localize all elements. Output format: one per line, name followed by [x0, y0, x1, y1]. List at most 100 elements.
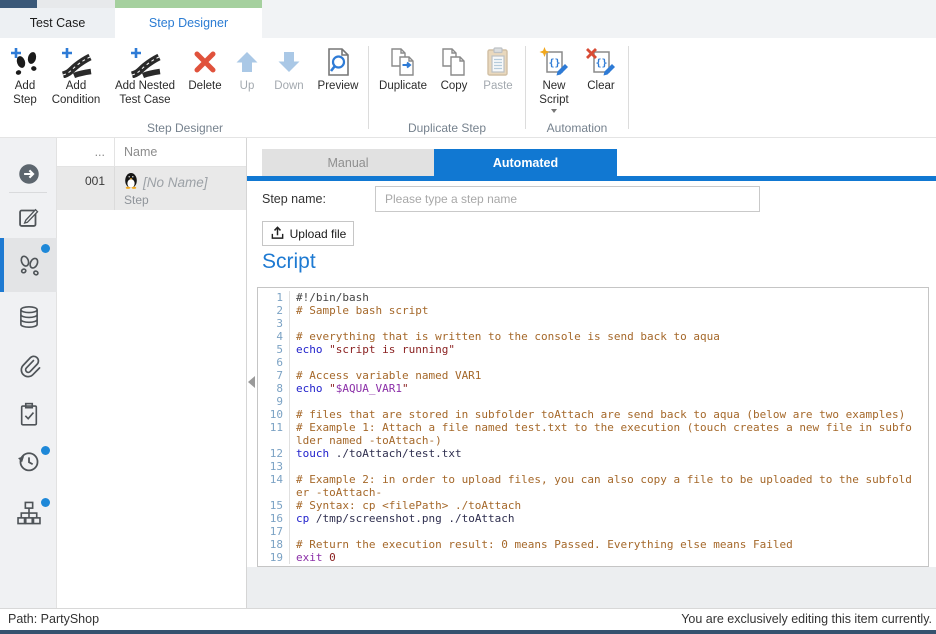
- code-line: 2# Sample bash script: [258, 304, 928, 317]
- sidebar-item-history[interactable]: [0, 440, 57, 484]
- code-text: #!/bin/bash: [290, 291, 916, 304]
- new-script-button[interactable]: {} New Script: [530, 40, 578, 113]
- ribbon-group-duplicate-step: DuplicateCopy Paste Duplicate Step: [371, 40, 523, 137]
- step-list-row[interactable]: 001 [No Name] Step: [57, 167, 246, 210]
- duplicate-button[interactable]: Duplicate: [373, 40, 433, 94]
- svg-text:{}: {}: [548, 58, 560, 69]
- history-icon: [16, 448, 42, 477]
- ribbon-button-label: New Script: [530, 80, 578, 107]
- sidebar-item-database[interactable]: [0, 296, 57, 340]
- code-line: 16cp /tmp/screenshot.png ./toAttach: [258, 512, 928, 525]
- ribbon-group-step-designer: Add StepAdd ConditionAdd Nested Test Cas…: [4, 40, 366, 137]
- ribbon-group-label: Duplicate Step: [371, 121, 523, 135]
- clear-icon: {}: [585, 43, 617, 80]
- upload-icon: [270, 225, 285, 243]
- line-number: 5: [258, 343, 290, 356]
- code-editor[interactable]: 1#!/bin/bash2# Sample bash script34# eve…: [257, 287, 929, 567]
- up-button[interactable]: Up: [228, 40, 266, 94]
- ribbon-button-label: Add Condition: [44, 80, 108, 107]
- column-header-index[interactable]: ...: [57, 138, 115, 166]
- ribbon-button-label: Clear: [587, 80, 614, 94]
- add-nested-test-case-icon: [129, 43, 161, 80]
- copy-button[interactable]: Copy: [433, 40, 475, 94]
- sidebar-item-paperclip[interactable]: [0, 344, 57, 388]
- code-text: exit 0: [290, 551, 916, 564]
- code-line: 18# Return the execution result: 0 means…: [258, 538, 928, 551]
- line-number: 8: [258, 382, 290, 395]
- line-number: 11: [258, 421, 290, 447]
- code-line: 5echo "script is running": [258, 343, 928, 356]
- line-number: 1: [258, 291, 290, 304]
- dropdown-caret-icon: [551, 109, 557, 113]
- upload-file-button[interactable]: Upload file: [262, 221, 354, 246]
- new-script-icon: {}: [538, 43, 570, 80]
- tab-manual[interactable]: Manual: [262, 149, 434, 176]
- ribbon-button-label: Preview: [318, 80, 359, 94]
- line-number: 4: [258, 330, 290, 343]
- code-line: 17: [258, 525, 928, 538]
- bottom-accent-bar: [0, 630, 936, 634]
- script-heading: Script: [262, 250, 316, 274]
- code-line: 11# Example 1: Attach a file named test.…: [258, 421, 928, 447]
- preview-icon: [322, 43, 354, 80]
- ribbon-button-label: Paste: [483, 80, 512, 94]
- code-line: 14# Example 2: in order to upload files,…: [258, 473, 928, 499]
- preview-button[interactable]: Preview: [312, 40, 364, 94]
- ribbon-button-label: Up: [240, 80, 255, 94]
- tab-automated[interactable]: Automated: [434, 149, 617, 176]
- code-text: # Access variable named VAR1: [290, 369, 916, 382]
- code-line: 19exit 0: [258, 551, 928, 564]
- sidebar-item-hierarchy[interactable]: [0, 492, 57, 536]
- window-tab-step-designer[interactable]: Step Designer: [115, 8, 262, 38]
- line-number: 3: [258, 317, 290, 330]
- line-number: 7: [258, 369, 290, 382]
- hierarchy-icon: [16, 500, 42, 529]
- code-text: [290, 395, 916, 408]
- down-button[interactable]: Down: [266, 40, 312, 94]
- paperclip-icon: [16, 352, 42, 381]
- code-line: 13: [258, 460, 928, 473]
- duplicate-icon: [387, 43, 419, 80]
- checklist-icon: [16, 402, 42, 431]
- code-line: 7# Access variable named VAR1: [258, 369, 928, 382]
- delete-icon: [189, 43, 221, 80]
- step-type-label: Step: [124, 193, 246, 207]
- code-text: # Syntax: cp <filePath> ./toAttach: [290, 499, 916, 512]
- code-text: cp /tmp/screenshot.png ./toAttach: [290, 512, 916, 525]
- delete-button[interactable]: Delete: [182, 40, 228, 94]
- add-condition-button[interactable]: Add Condition: [44, 40, 108, 107]
- add-step-button[interactable]: Add Step: [6, 40, 44, 107]
- sidebar-item-checklist[interactable]: [0, 394, 57, 438]
- add-nested-test-case-button[interactable]: Add Nested Test Case: [108, 40, 182, 107]
- panel-background: [247, 567, 936, 608]
- step-name-cell: [No Name] Step: [115, 167, 246, 210]
- code-text: # Example 2: in order to upload files, y…: [290, 473, 916, 499]
- steps-icon: [16, 251, 42, 280]
- column-header-name[interactable]: Name: [115, 145, 246, 159]
- upload-file-label: Upload file: [290, 227, 347, 241]
- code-text: # Return the execution result: 0 means P…: [290, 538, 916, 551]
- sidebar-item-steps[interactable]: [0, 238, 57, 292]
- copy-icon: [438, 43, 470, 80]
- code-text: [290, 525, 916, 538]
- ribbon-button-label: Add Step: [6, 80, 44, 107]
- ribbon-button-label: Delete: [188, 80, 221, 94]
- edit-icon: [16, 204, 42, 233]
- step-number: 001: [57, 167, 115, 210]
- ribbon-group-separator: [628, 46, 629, 129]
- code-line: 6: [258, 356, 928, 369]
- notification-dot: [41, 244, 50, 253]
- sidebar-item-edit[interactable]: [0, 196, 57, 240]
- down-icon: [273, 43, 305, 80]
- ribbon-button-label: Down: [274, 80, 303, 94]
- sidebar-item-nav-arrow[interactable]: [0, 153, 57, 197]
- collapse-splitter-handle[interactable]: [248, 376, 255, 388]
- code-text: echo "script is running": [290, 343, 916, 356]
- step-display-name: [No Name]: [143, 175, 208, 190]
- code-text: [290, 460, 916, 473]
- top-accent-gray: [37, 0, 115, 8]
- paste-button[interactable]: Paste: [475, 40, 521, 94]
- step-name-input[interactable]: [375, 186, 760, 212]
- window-tab-test-case[interactable]: Test Case: [0, 8, 115, 38]
- clear-button[interactable]: {}Clear: [578, 40, 624, 94]
